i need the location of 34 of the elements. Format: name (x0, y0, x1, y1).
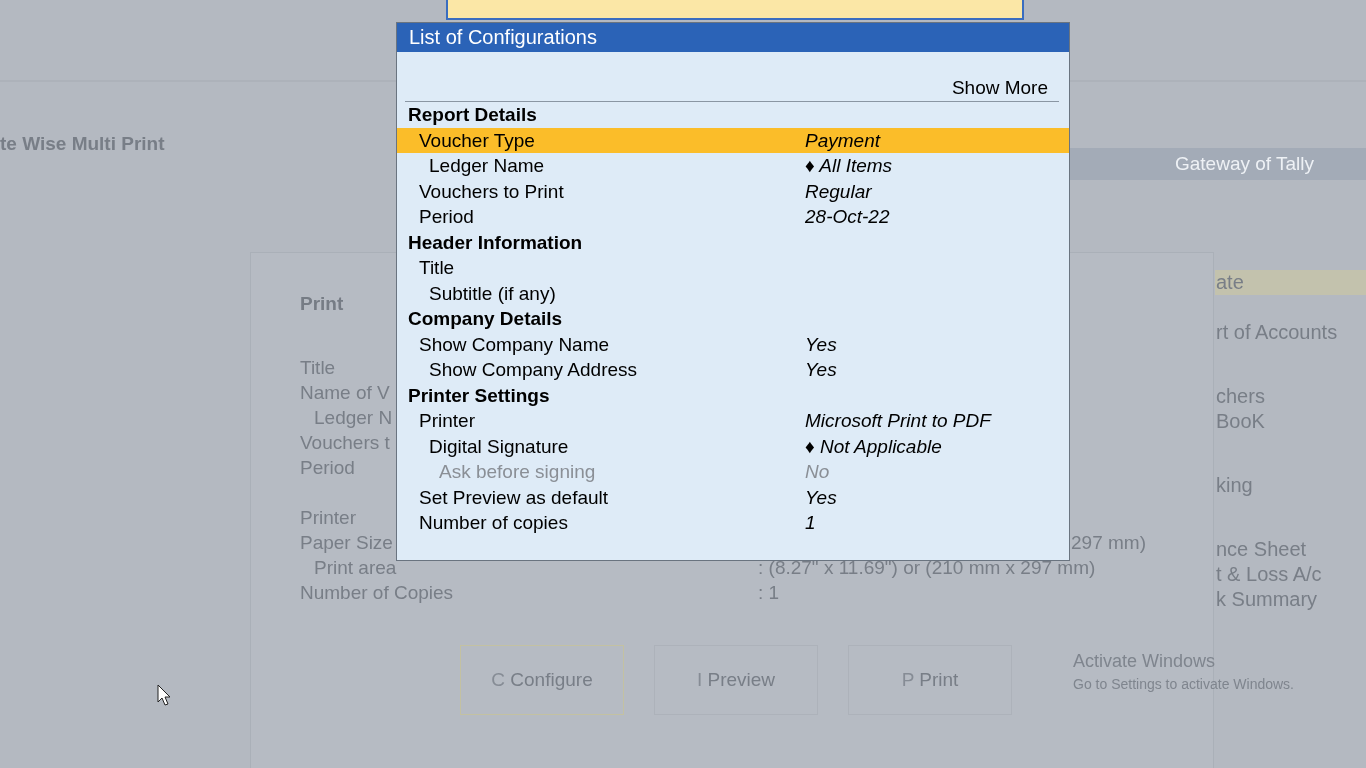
section-heading: Header Information (407, 230, 584, 255)
config-row[interactable]: Set Preview as default Yes (397, 484, 1069, 510)
config-row[interactable]: Show Company Name Yes (397, 331, 1069, 357)
config-row[interactable]: Printer Microsoft Print to PDF (397, 408, 1069, 434)
screen-title: te Wise Multi Print (0, 133, 165, 155)
config-row[interactable]: Vouchers to Print Regular (397, 178, 1069, 204)
section-heading: Company Details (407, 307, 564, 331)
field-value: : (8.27" x 11.69") or (210 mm x 297 mm) (758, 556, 1096, 580)
panel-title: Print (300, 293, 344, 315)
config-row[interactable]: Digital Signature ♦ Not Applicable (397, 433, 1069, 459)
config-row[interactable]: Voucher Type Payment (397, 127, 1069, 153)
field-label: Number of Copies (300, 582, 454, 603)
config-row[interactable]: Period 28-Oct-22 (397, 204, 1069, 230)
dialog-title: List of Configurations (397, 23, 1069, 52)
field-value: : 1 (758, 581, 780, 605)
field-label: Printer (300, 507, 356, 528)
field-label: Paper Size (300, 532, 393, 553)
field-label: Vouchers t (300, 432, 390, 453)
field-label: Name of V (300, 382, 390, 403)
field-label: Period (300, 457, 355, 478)
field-value: 297 mm) (1071, 531, 1146, 555)
config-row[interactable]: Number of copies 1 (397, 510, 1069, 536)
config-row[interactable]: Show Company Address Yes (397, 357, 1069, 383)
config-row[interactable]: Title (397, 255, 1069, 281)
field-label: Title (300, 357, 336, 378)
section-heading: Report Details (407, 103, 538, 127)
gateway-title: Gateway of Tally (1070, 148, 1366, 180)
mouse-cursor-icon (157, 684, 171, 706)
config-row[interactable]: Ledger Name ♦ All Items (397, 153, 1069, 179)
config-row[interactable]: Subtitle (if any) (397, 280, 1069, 306)
field-label: Ledger N (314, 407, 393, 428)
section-heading: Printer Settings (407, 383, 551, 408)
field-label: Print area (314, 557, 397, 578)
show-more-link[interactable]: Show More (951, 75, 1048, 101)
